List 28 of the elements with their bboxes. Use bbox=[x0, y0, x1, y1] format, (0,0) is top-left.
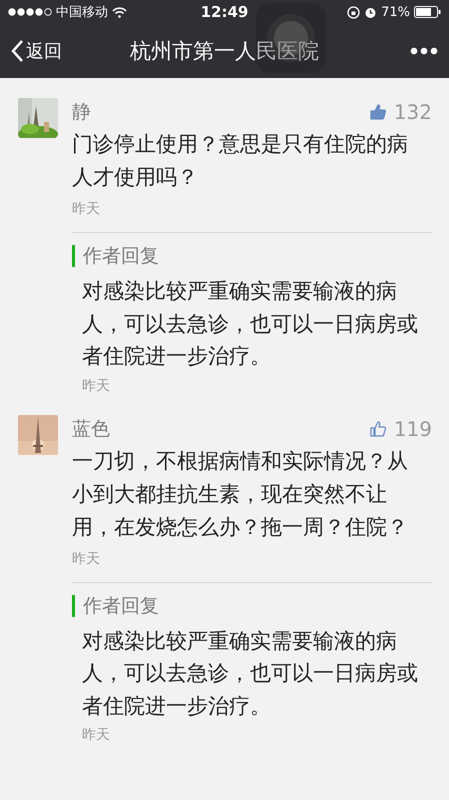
carrier-name: 中国移动 bbox=[56, 4, 108, 21]
assistive-touch-button[interactable] bbox=[256, 3, 326, 73]
battery-icon bbox=[414, 6, 441, 18]
author-reply-label: 作者回复 bbox=[72, 245, 159, 267]
commenter-name: 蓝色 bbox=[72, 416, 110, 442]
comment-text: 一刀切，不根据病情和实际情况？从小到大都挂抗生素，现在突然不让用，在发烧怎么办？拖一周？住院？ bbox=[72, 448, 409, 540]
reply-text: 对感染比较严重确实需要输液的病人，可以去急诊，也可以一日病房或者住院进一步治疗。 bbox=[82, 278, 419, 370]
reply-text: 对感染比较严重确实需要输液的病人，可以去急诊，也可以一日病房或者住院进一步治疗。 bbox=[82, 628, 419, 720]
battery-percentage: 71% bbox=[381, 4, 410, 20]
like-count: 132 bbox=[394, 100, 432, 124]
back-button[interactable]: 返回 bbox=[10, 39, 100, 63]
thumbs-up-icon[interactable] bbox=[370, 420, 386, 436]
alarm-icon bbox=[364, 6, 378, 18]
thumbs-up-icon[interactable] bbox=[370, 104, 386, 120]
chevron-left-icon bbox=[10, 39, 24, 63]
page-title: 杭州市第一人民医院 bbox=[129, 38, 320, 65]
author-reply-label: 作者回复 bbox=[72, 594, 159, 616]
reply-time: 昨天 bbox=[82, 726, 110, 744]
commenter-name: 静 bbox=[72, 100, 91, 125]
wifi-icon bbox=[112, 6, 127, 18]
rotation-lock-icon bbox=[347, 6, 360, 18]
comment-time: 昨天 bbox=[72, 550, 100, 568]
comment-text: 门诊停止使用？意思是只有住院的病人才使用吗？ bbox=[72, 131, 409, 191]
clock-time: 12:49 bbox=[200, 3, 248, 21]
comment-time: 昨天 bbox=[72, 200, 100, 218]
reply-time: 昨天 bbox=[82, 376, 110, 394]
signal-icon bbox=[8, 8, 52, 16]
like-count: 119 bbox=[394, 416, 432, 440]
